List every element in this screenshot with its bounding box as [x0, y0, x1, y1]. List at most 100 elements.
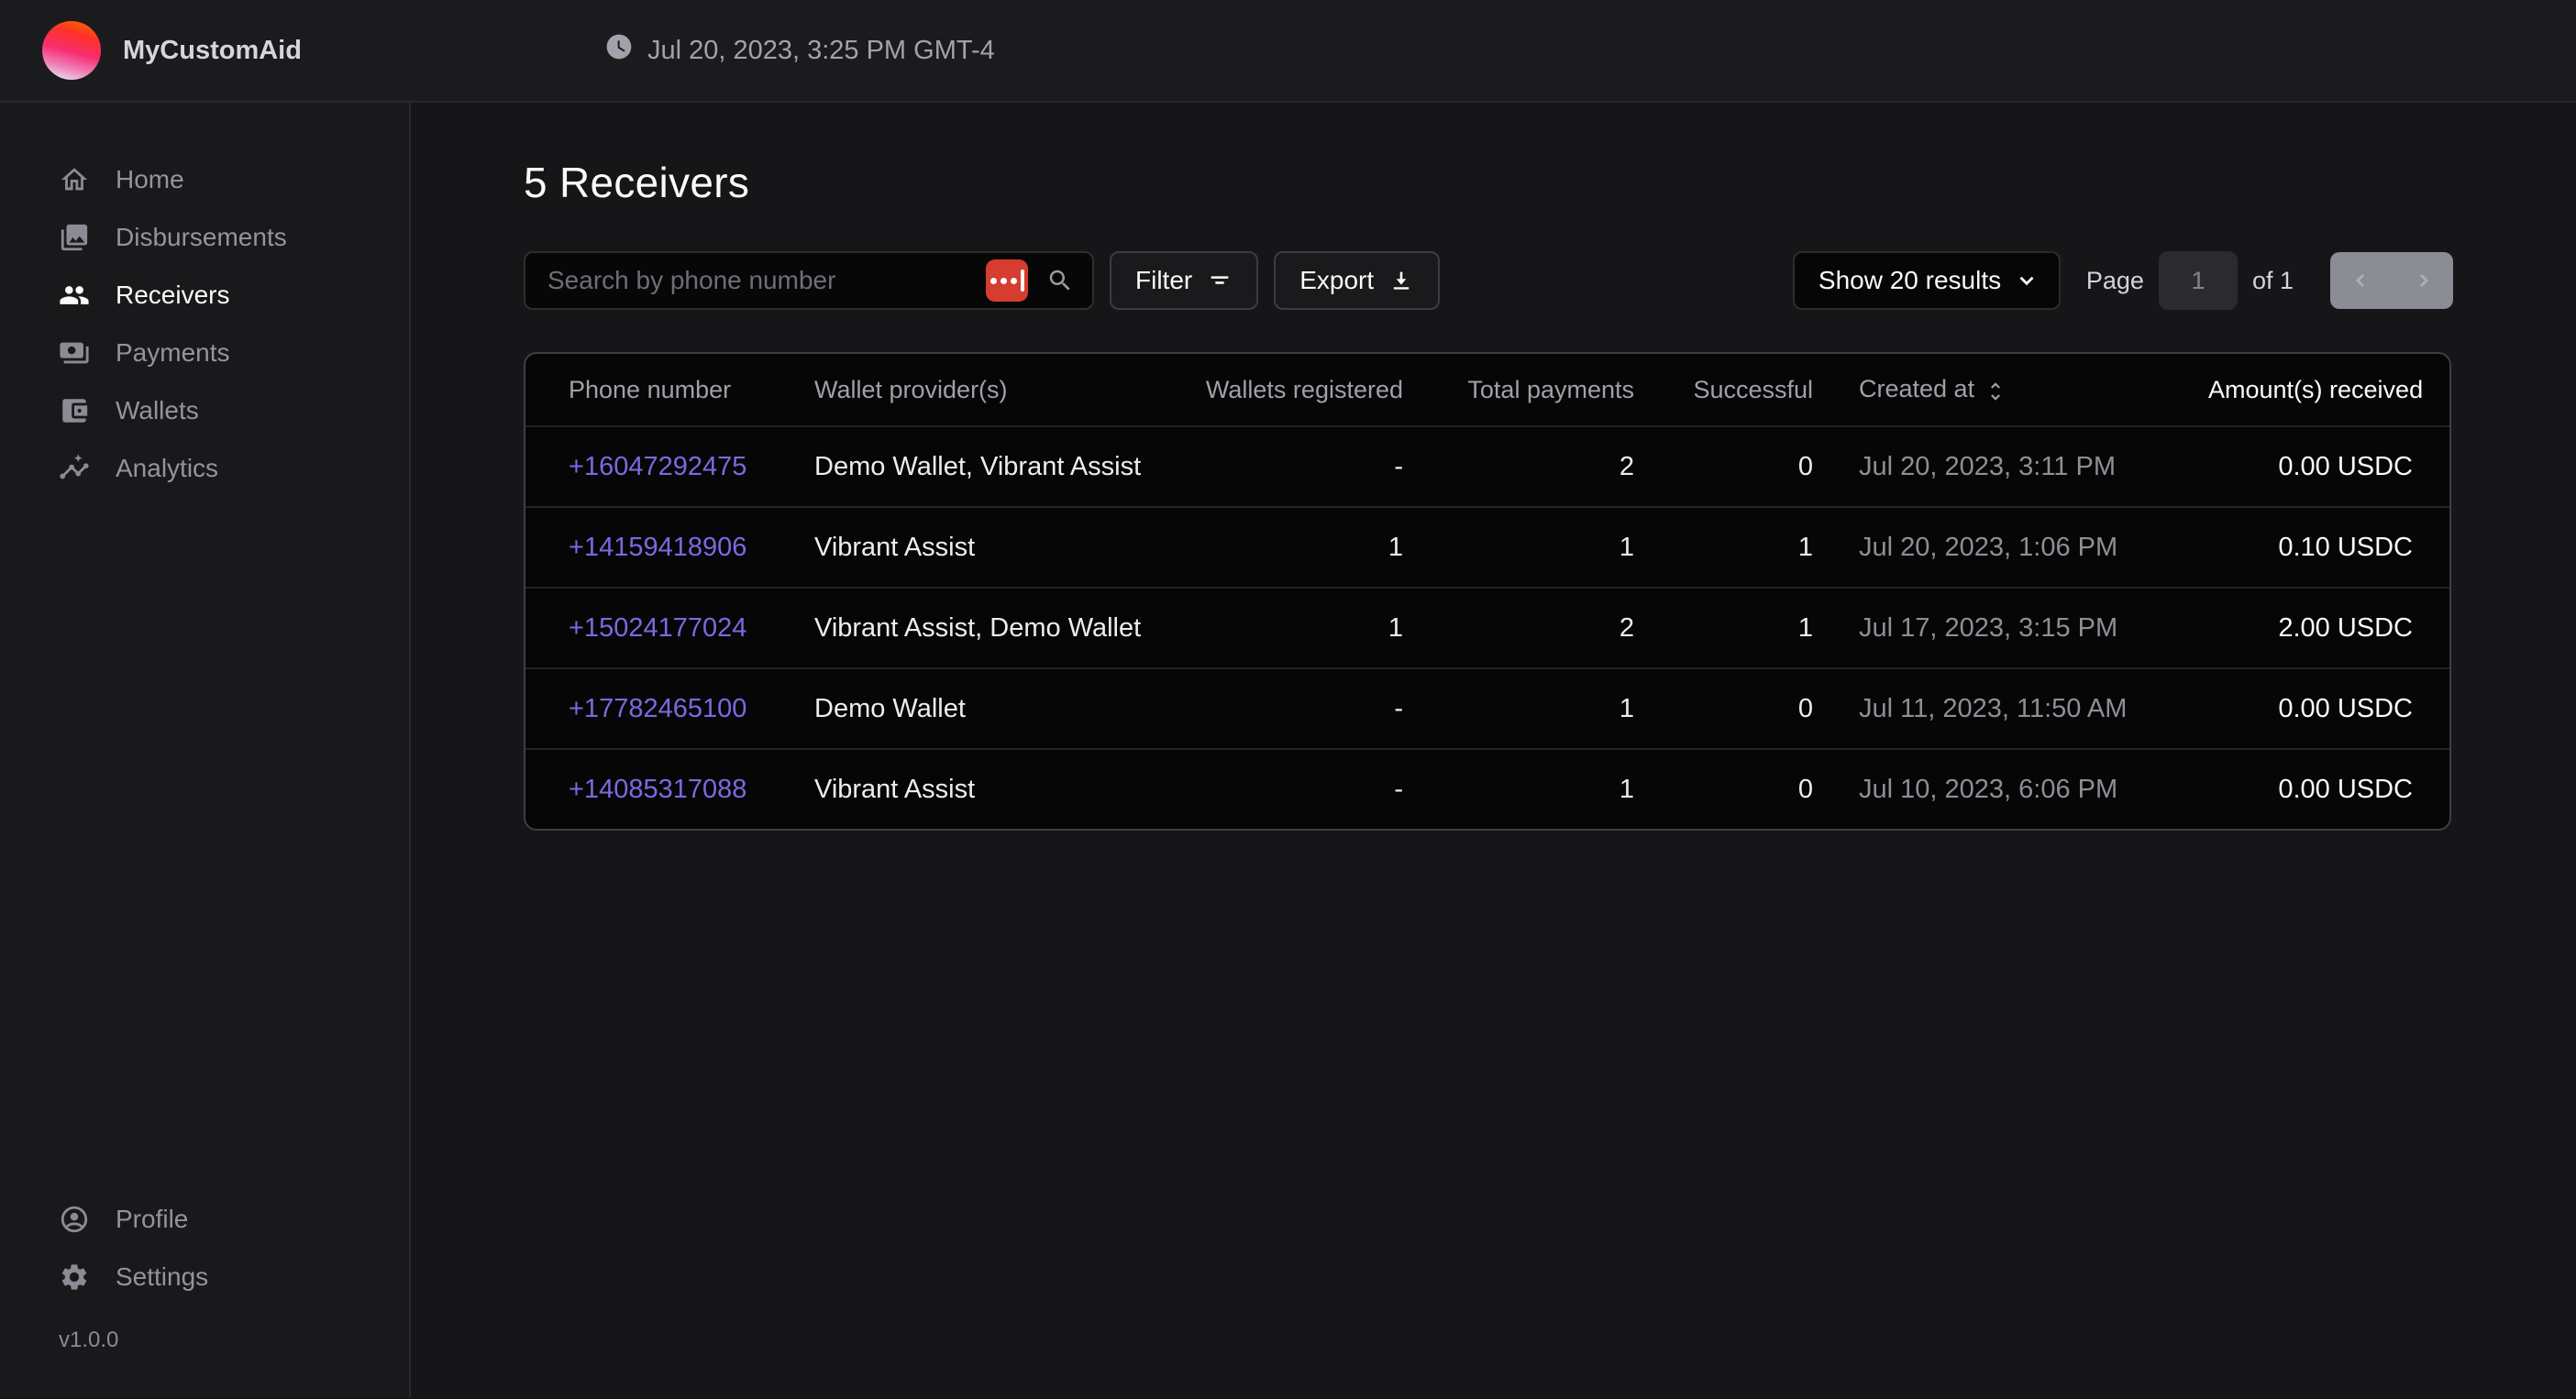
receiver-phone-link[interactable]: +16047292475 — [569, 452, 746, 481]
cell-phone: +14159418906 — [525, 506, 814, 587]
next-page-button[interactable] — [2392, 252, 2453, 309]
search-icon[interactable] — [1046, 267, 1074, 294]
payments-icon — [57, 336, 92, 370]
cell-phone: +15024177024 — [525, 587, 814, 667]
cell-total_payments: 1 — [1403, 748, 1634, 829]
sidebar-item-profile[interactable]: Profile — [0, 1190, 409, 1248]
download-icon — [1388, 268, 1414, 293]
cell-providers: Vibrant Assist, Demo Wallet — [814, 587, 1200, 667]
column-header-total-payments: Total payments — [1403, 354, 1634, 425]
cell-created_at: Jul 20, 2023, 3:11 PM — [1813, 425, 2208, 506]
receivers-icon — [57, 278, 92, 313]
receiver-phone-link[interactable]: +15024177024 — [569, 613, 746, 643]
sidebar: Home Disbursements Receivers Payments Wa… — [0, 103, 411, 1397]
sidebar-item-receivers[interactable]: Receivers — [0, 266, 409, 324]
cell-amount: 0.10 USDC — [2208, 506, 2451, 587]
filter-icon — [1207, 268, 1233, 293]
prev-page-button[interactable] — [2330, 252, 2392, 309]
show-results-label: Show 20 results — [1819, 266, 2001, 295]
cell-total_payments: 1 — [1403, 506, 1634, 587]
sidebar-item-label: Disbursements — [116, 223, 287, 252]
cell-wallets_registered: - — [1200, 748, 1403, 829]
cell-created_at: Jul 17, 2023, 3:15 PM — [1813, 587, 2208, 667]
chevron-down-icon — [2015, 269, 2039, 292]
export-button-label: Export — [1299, 266, 1374, 295]
column-header-wallets-registered: Wallets registered — [1200, 354, 1403, 425]
disbursements-icon — [57, 220, 92, 255]
page-title: 5 Receivers — [524, 158, 2453, 207]
cell-phone: +14085317088 — [525, 748, 814, 829]
app-version: v1.0.0 — [0, 1327, 409, 1353]
page-label: Page — [2086, 267, 2144, 295]
cell-total_payments: 2 — [1403, 425, 1634, 506]
main-content: 5 Receivers Filter Export Show 20 result… — [411, 103, 2576, 1397]
cell-amount: 2.00 USDC — [2208, 587, 2451, 667]
receiver-phone-link[interactable]: +17782465100 — [569, 694, 746, 723]
table-row: +16047292475Demo Wallet, Vibrant Assist-… — [525, 425, 2451, 506]
table-row: +17782465100 Demo Wallet-10Jul 11, 2023, … — [525, 667, 2451, 748]
sidebar-item-payments[interactable]: Payments — [0, 324, 409, 381]
sidebar-item-label: Wallets — [116, 396, 199, 425]
analytics-icon — [57, 451, 92, 486]
toolbar: Filter Export Show 20 results Page of 1 — [524, 251, 2453, 310]
sidebar-footer: Profile Settings v1.0.0 — [0, 1190, 409, 1353]
topbar-timestamp: Jul 20, 2023, 3:25 PM GMT-4 — [604, 32, 995, 69]
timestamp-text: Jul 20, 2023, 3:25 PM GMT-4 — [647, 36, 995, 66]
export-button[interactable]: Export — [1274, 251, 1440, 310]
cell-wallets_registered: 1 — [1200, 506, 1403, 587]
filter-button-label: Filter — [1135, 266, 1192, 295]
sidebar-item-label: Home — [116, 165, 184, 194]
cell-providers: Vibrant Assist — [814, 748, 1200, 829]
sidebar-item-home[interactable]: Home — [0, 150, 409, 208]
cell-wallets_registered: - — [1200, 667, 1403, 748]
cell-amount: 0.00 USDC — [2208, 667, 2451, 748]
cell-successful: 0 — [1634, 667, 1813, 748]
cell-providers: Demo Wallet — [814, 667, 1200, 748]
filter-button[interactable]: Filter — [1110, 251, 1258, 310]
sort-icon[interactable] — [1984, 376, 2007, 403]
cell-providers: Demo Wallet, Vibrant Assist — [814, 425, 1200, 506]
cell-created_at: Jul 11, 2023, 11:50 AM — [1813, 667, 2208, 748]
sidebar-item-label: Settings — [116, 1262, 208, 1292]
show-results-select[interactable]: Show 20 results — [1793, 251, 2061, 310]
profile-icon — [57, 1202, 92, 1237]
receivers-table: Phone number Wallet provider(s) Wallets … — [524, 352, 2451, 831]
topbar: MyCustomAid Jul 20, 2023, 3:25 PM GMT-4 — [0, 0, 2576, 103]
chevron-right-icon — [2412, 270, 2434, 292]
column-header-created-at[interactable]: Created at — [1813, 354, 2208, 425]
receiver-phone-link[interactable]: +14085317088 — [569, 775, 746, 804]
app-logo — [42, 21, 101, 80]
cell-total_payments: 1 — [1403, 667, 1634, 748]
column-header-providers: Wallet provider(s) — [814, 354, 1200, 425]
sidebar-item-wallets[interactable]: Wallets — [0, 381, 409, 439]
table-header-row: Phone number Wallet provider(s) Wallets … — [525, 354, 2451, 425]
cell-amount: 0.00 USDC — [2208, 425, 2451, 506]
table-body: +16047292475 Demo Wallet, Vibrant Assist -… — [525, 425, 2451, 829]
settings-gear-icon — [57, 1260, 92, 1294]
search-input[interactable] — [546, 265, 986, 296]
lastpass-autofill-icon[interactable] — [986, 259, 1028, 302]
column-header-successful: Successful — [1634, 354, 1813, 425]
wallets-icon — [57, 393, 92, 428]
cell-phone: +16047292475 — [525, 425, 814, 506]
sidebar-item-disbursements[interactable]: Disbursements — [0, 208, 409, 266]
sidebar-item-settings[interactable]: Settings — [0, 1248, 409, 1305]
cell-phone: +17782465100 — [525, 667, 814, 748]
cell-successful: 0 — [1634, 748, 1813, 829]
sidebar-item-label: Receivers — [116, 281, 229, 310]
cell-total_payments: 2 — [1403, 587, 1634, 667]
cell-successful: 0 — [1634, 425, 1813, 506]
cell-created_at: Jul 20, 2023, 1:06 PM — [1813, 506, 2208, 587]
cell-wallets_registered: 1 — [1200, 587, 1403, 667]
sidebar-nav: Home Disbursements Receivers Payments Wa… — [0, 150, 409, 497]
column-header-phone: Phone number — [525, 354, 814, 425]
pager — [2330, 252, 2453, 309]
home-icon — [57, 162, 92, 197]
cell-created_at: Jul 10, 2023, 6:06 PM — [1813, 748, 2208, 829]
column-header-amount-received: Amount(s) received — [2208, 354, 2451, 425]
receiver-phone-link[interactable]: +14159418906 — [569, 533, 746, 562]
clock-icon — [604, 32, 634, 69]
page-number-input[interactable] — [2159, 251, 2238, 310]
brand-name: MyCustomAid — [123, 36, 302, 66]
sidebar-item-analytics[interactable]: Analytics — [0, 439, 409, 497]
